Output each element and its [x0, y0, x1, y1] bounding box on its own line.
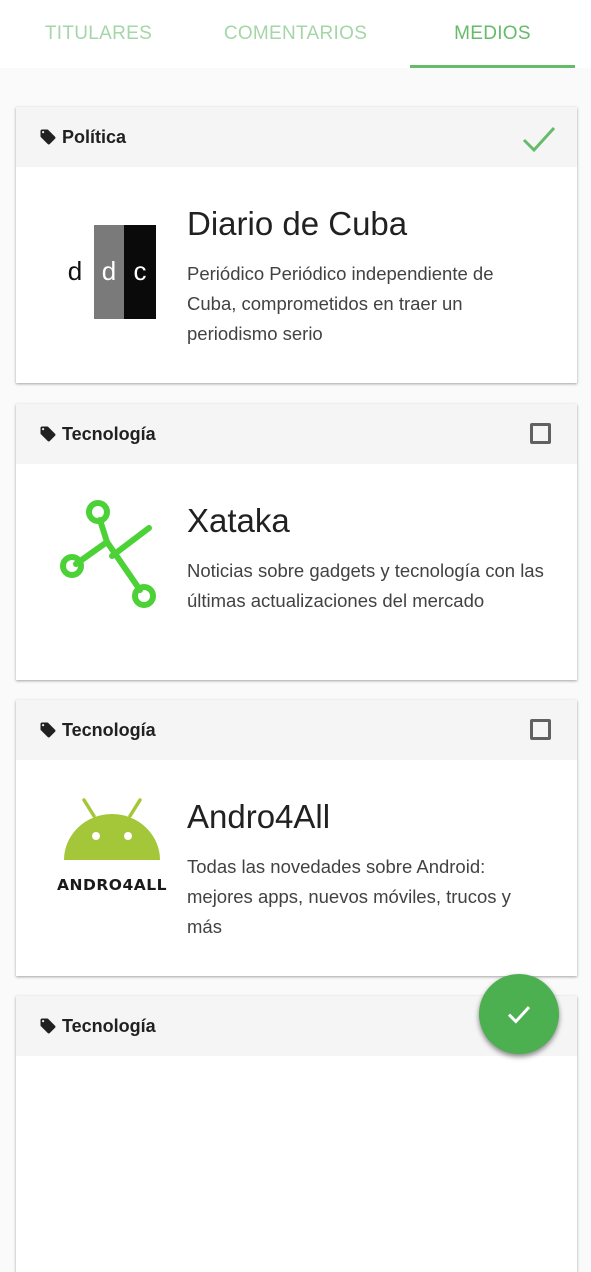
card-header: Política — [16, 107, 577, 167]
card-body: d d c Diario de Cuba Periódico Periódico… — [16, 167, 577, 383]
tab-titulares[interactable]: TITULARES — [0, 0, 197, 68]
select-checkbox[interactable] — [530, 423, 551, 444]
category-label: Tecnología — [62, 719, 156, 740]
check-icon — [507, 1006, 531, 1024]
card-header: Tecnología — [16, 700, 577, 760]
tag-icon — [40, 722, 56, 738]
selected-check-icon[interactable] — [521, 123, 557, 155]
card-header: Tecnología — [16, 404, 577, 464]
tag-icon — [40, 129, 56, 145]
media-description: Noticias sobre gadgets y tecnología con … — [187, 560, 544, 611]
media-name: Andro4All — [187, 798, 331, 835]
media-card-xataka[interactable]: Tecnología Xataka Noticias sobre gadgets… — [16, 404, 577, 680]
ddc-logo: d d c — [68, 225, 156, 319]
xataka-logo — [60, 500, 156, 608]
media-card-andro4all[interactable]: Tecnología ANDRO4ALL Andro4All Todas las… — [16, 700, 577, 976]
media-description: Todas las novedades sobre Android: mejor… — [187, 856, 511, 937]
media-card-diario-de-cuba[interactable]: Política d d c Diario de Cuba Periódico … — [16, 107, 577, 383]
category-label: Tecnología — [62, 423, 156, 444]
andro4all-logo: ANDRO4ALL — [57, 798, 167, 894]
media-name: Xataka — [187, 502, 290, 539]
ddc-logo-letter-2: d — [102, 256, 116, 286]
andro4all-logo-wordmark: ANDRO4ALL — [57, 876, 167, 894]
category-label: Política — [62, 126, 127, 147]
ddc-logo-letter-1: d — [68, 256, 82, 286]
tab-bar: TITULARES COMENTARIOS MEDIOS — [0, 0, 591, 68]
card-body: Xataka Noticias sobre gadgets y tecnolog… — [16, 464, 577, 680]
media-description: Periódico Periódico independiente de Cub… — [187, 263, 494, 344]
tag-icon — [40, 426, 56, 442]
tab-medios[interactable]: MEDIOS — [394, 0, 591, 68]
media-name: Diario de Cuba — [187, 205, 408, 242]
ddc-logo-letter-3: c — [134, 256, 147, 286]
select-checkbox[interactable] — [530, 719, 551, 740]
card-body: ANDRO4ALL Andro4All Todas las novedades … — [16, 760, 577, 976]
confirm-fab-button[interactable] — [479, 974, 559, 1054]
category-label: Tecnología — [62, 1015, 156, 1036]
tag-icon — [40, 1018, 56, 1034]
tab-comentarios[interactable]: COMENTARIOS — [197, 0, 394, 68]
